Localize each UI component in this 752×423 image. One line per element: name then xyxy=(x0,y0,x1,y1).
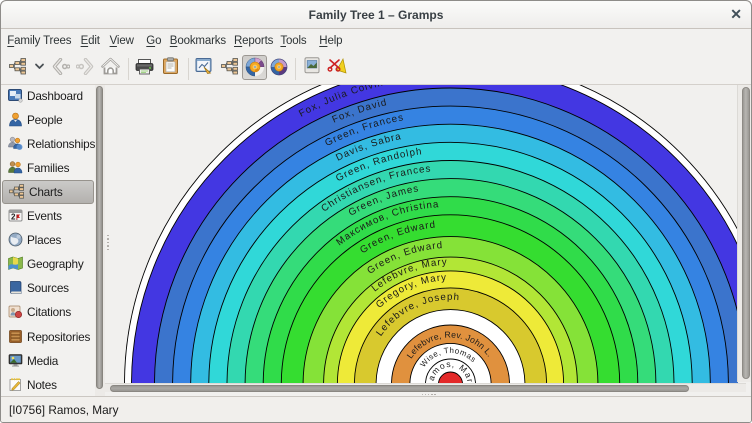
svg-text:2: 2 xyxy=(11,213,16,222)
